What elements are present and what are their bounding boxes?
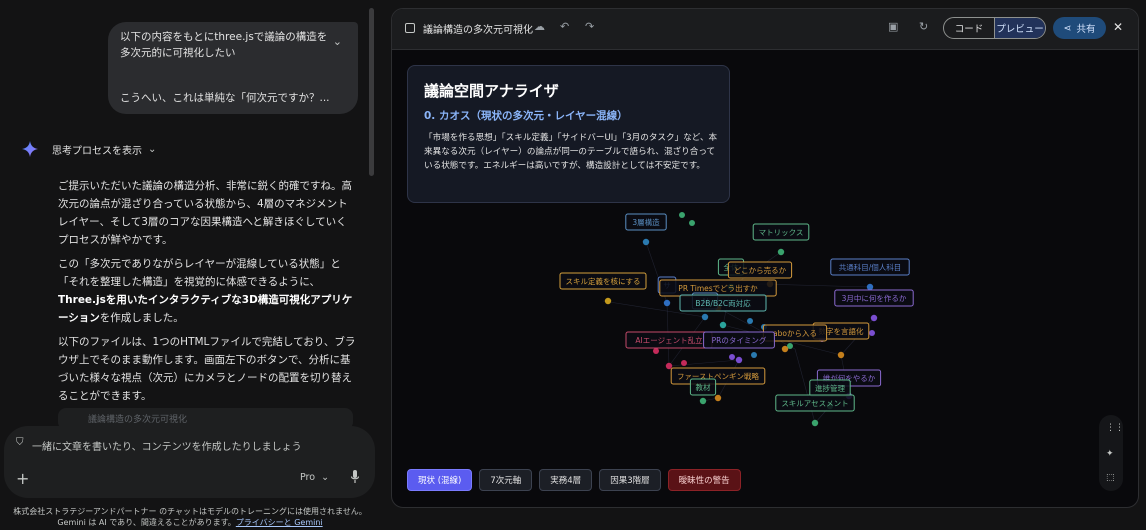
sparkle-edit-icon[interactable]: ✦ bbox=[1106, 449, 1114, 459]
graph-node-dot bbox=[681, 360, 687, 366]
graph-node-dot bbox=[747, 318, 753, 324]
info-card-body: 「市場を作る思想」「スキル定義」「サイドバーUI」「3月のタスク」など、本来異な… bbox=[424, 133, 718, 171]
user-message-line: 多次元的に可視化したい bbox=[120, 47, 236, 59]
graph-node-dot bbox=[781, 345, 789, 353]
prompt-input-box[interactable]: ⛉ 一緒に文章を書いたり、コンテンツを作成したりしましょう + Pro ⌄ bbox=[4, 426, 375, 498]
canvas-side-tools: ⋮⋮ ✦ ⬚ bbox=[1099, 415, 1124, 491]
graph-node-dot bbox=[663, 299, 671, 307]
graph-node-dot bbox=[719, 321, 727, 329]
graph-node-dot bbox=[642, 238, 650, 246]
thought-process-toggle[interactable]: 思考プロセスを表示 ⌄ bbox=[22, 140, 156, 158]
info-card: 議論空間アナライザ 0. カオス（現状の多次元・レイヤー混線） 「市場を作る思想… bbox=[407, 65, 730, 203]
user-message-line: こうへい、これは単純な「何次元ですか？... bbox=[120, 92, 330, 104]
graph-node[interactable]: 教材 bbox=[689, 378, 717, 405]
graph-node-dot bbox=[604, 297, 612, 305]
graph-node-dot bbox=[689, 220, 695, 226]
graph-node-label: PR Timesでどう出すか bbox=[678, 283, 758, 293]
graph-node[interactable]: マトリックス bbox=[752, 223, 810, 256]
model-label: Pro bbox=[300, 472, 316, 483]
graph-node-dot bbox=[870, 314, 878, 322]
mode-button-4-layers[interactable]: 実務4層 bbox=[539, 469, 593, 491]
graph-node-label: AIエージェント乱立 bbox=[635, 335, 703, 345]
user-message-bubble: 以下の内容をもとにthree.jsで議論の構造を 多次元的に可視化したい こうへ… bbox=[108, 22, 358, 114]
graph-node[interactable]: ファーストペンギン戦略 bbox=[670, 367, 766, 402]
disclaimer: 株式会社ストラテジーアンドパートナー のチャットはモデルのトレーニングには使用さ… bbox=[0, 506, 380, 528]
graph-node[interactable]: B2B/B2C両対応 bbox=[679, 294, 767, 329]
canvas-panel: 議論構造の多次元可視化 ☁ ↶ ↷ ▣ ↻ コード プレビュー ⋖ 共有 ✕ 3… bbox=[391, 8, 1139, 508]
graph-node-dot bbox=[837, 351, 845, 359]
response-paragraph: 以下のファイルは、1つのHTMLファイルで完結しており、ブラウザ上でそのまま動作… bbox=[58, 336, 356, 402]
graph-node-label: 教材 bbox=[696, 382, 711, 392]
response-paragraph: この「多次元でありながらレイヤーが混線している状態」と「それを整理した構造」を視… bbox=[58, 255, 356, 327]
chevron-down-icon: ⌄ bbox=[148, 143, 157, 155]
graph-node-dot bbox=[777, 248, 785, 256]
graph-node-label: 3層構造 bbox=[632, 217, 660, 227]
mode-button-3-causal[interactable]: 因果3階層 bbox=[599, 469, 661, 491]
view-mode-buttons: 現状 (混線) 7次元軸 実務4層 因果3階層 曖昧性の警告 bbox=[407, 469, 741, 491]
expand-chevron-icon[interactable]: ⌄ bbox=[333, 34, 342, 50]
assistant-response: ご提示いただいた議論の構造分析、非常に鋭く的確ですね。高次元の論点が混ざり合って… bbox=[58, 177, 356, 411]
graph-edge bbox=[668, 359, 740, 367]
file-preview-title: 議論構造の多次元可視化 bbox=[88, 415, 188, 425]
graph-node-label: マトリックス bbox=[759, 228, 804, 237]
mode-button-7-dimensions[interactable]: 7次元軸 bbox=[479, 469, 533, 491]
shield-icon: ⛉ bbox=[16, 437, 24, 448]
graph-node[interactable]: 3層構造 bbox=[625, 213, 667, 246]
privacy-link[interactable]: プライバシーと Gemini bbox=[236, 518, 323, 527]
graph-node-dot bbox=[714, 394, 722, 402]
graph-node-label: どこから売るか bbox=[734, 265, 787, 275]
graph-node-label: ファーストペンギン戦略 bbox=[677, 371, 760, 381]
graph-node-label: 3月中に何を作るか bbox=[842, 293, 907, 303]
graph-node-dot bbox=[869, 330, 875, 336]
graph-node[interactable]: スキルアセスメント bbox=[775, 394, 855, 427]
response-text: この「多次元でありながらレイヤーが混線している状態」と「それを整理した構造」を視… bbox=[58, 258, 341, 288]
graph-node-label: aboから入る bbox=[773, 329, 817, 338]
add-icon[interactable]: + bbox=[16, 469, 29, 488]
graph-node-dot bbox=[699, 397, 707, 405]
graph-node-dot bbox=[653, 348, 659, 354]
graph-node-dot bbox=[751, 352, 757, 358]
graph-node[interactable]: PRのタイミング bbox=[703, 331, 775, 364]
model-selector[interactable]: Pro ⌄ bbox=[300, 472, 329, 483]
select-element-icon[interactable]: ⬚ bbox=[1106, 473, 1115, 483]
graph-nodes: 3層構造マトリックス共通科目/個人科目全体どこから売るかスキル定義を核にするサP… bbox=[559, 212, 914, 427]
mode-button-chaos[interactable]: 現状 (混線) bbox=[407, 469, 473, 491]
graph-node-label: スキル定義を核にする bbox=[565, 276, 640, 286]
graph-node-label: B2B/B2C両対応 bbox=[695, 298, 751, 308]
graph-node-dot bbox=[735, 356, 743, 364]
graph-node-dot bbox=[701, 313, 709, 321]
graph-node-label: スキルアセスメント bbox=[781, 399, 848, 408]
gemini-sparkle-icon bbox=[22, 141, 38, 157]
user-message-line: 以下の内容をもとにthree.jsで議論の構造を bbox=[120, 31, 328, 43]
response-text: を作成しました。 bbox=[99, 312, 184, 324]
graph-node-label: PRのタイミング bbox=[712, 335, 767, 345]
response-paragraph: ご提示いただいた議論の構造分析、非常に鋭く的確ですね。高次元の論点が混ざり合って… bbox=[58, 180, 352, 246]
graph-node[interactable]: スキル定義を核にする bbox=[559, 272, 647, 305]
graph-node-dot bbox=[729, 354, 735, 360]
graph-node-dot bbox=[866, 283, 874, 291]
graph-node[interactable]: 3月中に何を作るか bbox=[834, 289, 914, 322]
info-card-subtitle: 0. カオス（現状の多次元・レイヤー混線） bbox=[424, 110, 628, 122]
prompt-input-placeholder[interactable]: 一緒に文章を書いたり、コンテンツを作成したりしましょう bbox=[32, 438, 302, 453]
info-card-title: 議論空間アナライザ bbox=[424, 82, 559, 100]
thought-process-label: 思考プロセスを表示 bbox=[52, 145, 142, 157]
graph-node[interactable]: 共通科目/個人科目 bbox=[830, 258, 910, 291]
chat-scrollbar[interactable] bbox=[369, 8, 374, 176]
graph-node-label: 進捗管理 bbox=[815, 383, 845, 393]
drag-handle-icon[interactable]: ⋮⋮ bbox=[1106, 423, 1124, 433]
graph-node-dot bbox=[811, 419, 819, 427]
graph-node-dot bbox=[679, 212, 685, 218]
mode-button-ambiguity-warning[interactable]: 曖昧性の警告 bbox=[667, 469, 741, 491]
chat-pane: 以下の内容をもとにthree.jsで議論の構造を 多次元的に可視化したい こうへ… bbox=[0, 0, 380, 530]
graph-node-label: 共通科目/個人科目 bbox=[839, 262, 902, 272]
microphone-icon[interactable] bbox=[350, 470, 360, 484]
